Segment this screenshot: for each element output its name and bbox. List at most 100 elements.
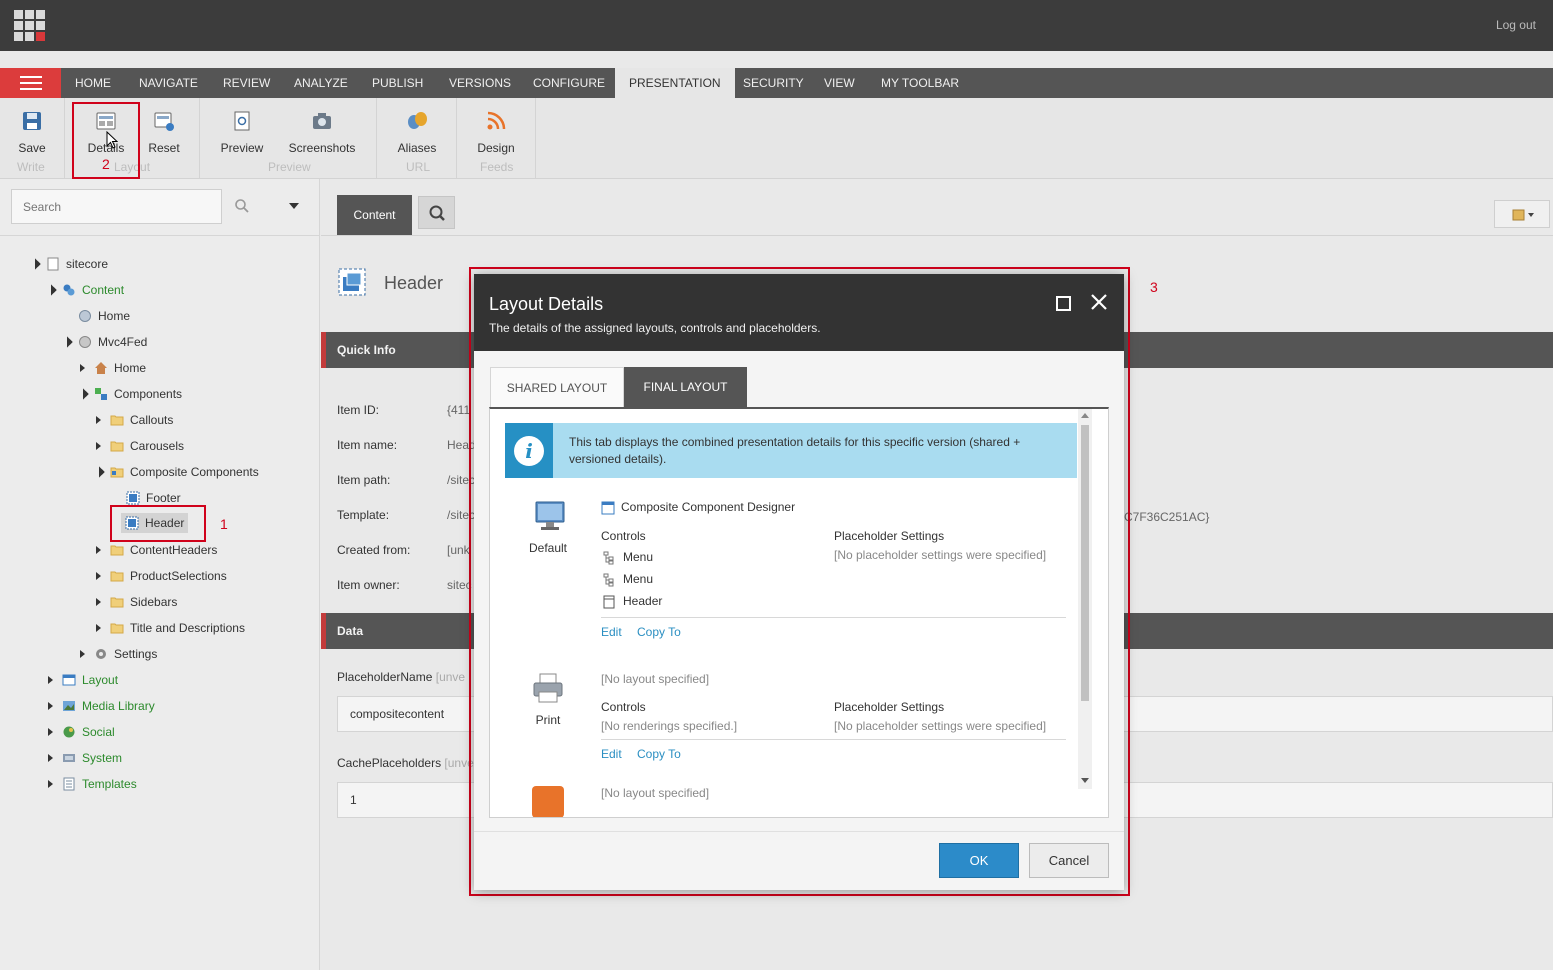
collapse-arrow-icon[interactable] xyxy=(78,389,88,399)
expand-arrow-icon[interactable] xyxy=(94,597,104,607)
expand-arrow-icon[interactable] xyxy=(46,753,56,763)
tree-node-carousels[interactable]: Carousels xyxy=(94,436,184,456)
close-icon[interactable] xyxy=(1089,292,1109,312)
dialog-title: Layout Details xyxy=(489,294,604,314)
expand-arrow-icon[interactable] xyxy=(46,727,56,737)
copy-to-link[interactable]: Copy To xyxy=(637,747,681,761)
maximize-icon[interactable] xyxy=(1056,296,1071,311)
folder-icon xyxy=(110,441,124,452)
document-icon xyxy=(47,257,59,271)
dialog-header: Layout Details The details of the assign… xyxy=(474,274,1124,351)
tab-presentation[interactable]: PRESENTATION xyxy=(615,68,735,98)
system-icon xyxy=(63,754,75,762)
edit-link[interactable]: Edit xyxy=(601,625,622,639)
tab-versions[interactable]: VERSIONS xyxy=(435,68,525,98)
tab-review[interactable]: REVIEW xyxy=(209,68,284,98)
expand-arrow-icon[interactable] xyxy=(94,571,104,581)
tab-shared-layout[interactable]: SHARED LAYOUT xyxy=(490,367,624,408)
expand-arrow-icon[interactable] xyxy=(94,623,104,633)
tree-node-productselections[interactable]: ProductSelections xyxy=(94,566,227,586)
collapse-arrow-icon[interactable] xyxy=(62,337,72,347)
tab-analyze[interactable]: ANALYZE xyxy=(280,68,362,98)
tab-final-layout[interactable]: FINAL LAYOUT xyxy=(624,367,747,408)
tree-node-templates[interactable]: Templates xyxy=(46,774,137,794)
reset-button[interactable]: Reset xyxy=(146,110,182,155)
search-input[interactable] xyxy=(11,189,222,224)
scrollbar[interactable] xyxy=(1078,409,1092,789)
tab-my-toolbar[interactable]: MY TOOLBAR xyxy=(867,68,973,98)
save-button[interactable]: Save xyxy=(16,110,48,155)
placeholder-settings-label: Placeholder Settings xyxy=(834,529,945,543)
tree-node-social[interactable]: Social xyxy=(46,722,115,742)
tree-node-content[interactable]: Content xyxy=(46,280,124,300)
expand-arrow-icon[interactable] xyxy=(46,779,56,789)
tree-label: Media Library xyxy=(82,699,155,713)
control-item[interactable]: Menu xyxy=(623,572,653,586)
aliases-button[interactable]: Aliases xyxy=(396,110,438,155)
expand-arrow-icon[interactable] xyxy=(78,363,88,373)
control-item[interactable]: Header xyxy=(623,594,662,608)
tree-label: Layout xyxy=(82,673,119,687)
edit-link[interactable]: Edit xyxy=(601,747,622,761)
template-label: Template: xyxy=(337,508,390,522)
device-print-label: Print xyxy=(535,713,561,727)
templates-icon xyxy=(63,777,75,791)
tree-node-sidebars[interactable]: Sidebars xyxy=(94,592,177,612)
tree-node-callouts[interactable]: Callouts xyxy=(94,410,173,430)
tree-node-sitecore[interactable]: sitecore xyxy=(30,254,108,274)
tab-configure[interactable]: CONFIGURE xyxy=(519,68,619,98)
tree-label: Title and Descriptions xyxy=(130,621,245,635)
search-icon[interactable] xyxy=(234,198,250,214)
tab-content[interactable]: Content xyxy=(337,195,412,236)
expand-arrow-icon[interactable] xyxy=(46,701,56,711)
tree-node-title-and-descriptions[interactable]: Title and Descriptions xyxy=(94,618,245,638)
design-button[interactable]: Design xyxy=(476,110,516,155)
tree-node-components[interactable]: Components xyxy=(78,384,182,404)
tree-node-settings[interactable]: Settings xyxy=(78,644,157,664)
printer-icon xyxy=(533,673,563,703)
ok-button[interactable]: OK xyxy=(939,843,1019,878)
tab-home[interactable]: HOME xyxy=(61,68,125,98)
collapse-arrow-icon[interactable] xyxy=(30,259,40,269)
tab-view[interactable]: VIEW xyxy=(810,68,869,98)
tab-publish[interactable]: PUBLISH xyxy=(358,68,437,98)
tree-node-composite-components[interactable]: Composite Components xyxy=(94,462,259,482)
tree-node-mvc4fed[interactable]: Mvc4Fed xyxy=(62,332,147,352)
preview-button[interactable]: Preview xyxy=(219,110,265,155)
item-id-value: {411 xyxy=(447,403,471,417)
chevron-down-icon[interactable] xyxy=(289,203,299,209)
tree-node-media-library[interactable]: Media Library xyxy=(46,696,155,716)
expand-arrow-icon[interactable] xyxy=(46,675,56,685)
placeholder-settings-label: Placeholder Settings xyxy=(834,700,945,714)
tree-node-layout[interactable]: Layout xyxy=(46,670,118,690)
expand-arrow-icon[interactable] xyxy=(78,649,88,659)
dialog-subtitle: The details of the assigned layouts, con… xyxy=(489,321,821,335)
scroll-down-icon[interactable] xyxy=(1081,778,1089,783)
expand-arrow-icon[interactable] xyxy=(94,415,104,425)
collapse-arrow-icon[interactable] xyxy=(46,285,56,295)
content-search-button[interactable] xyxy=(418,196,455,229)
collapse-arrow-icon[interactable] xyxy=(94,467,104,477)
tree-label: Mvc4Fed xyxy=(98,335,148,349)
tree-node-home[interactable]: Home xyxy=(78,306,130,326)
scroll-up-icon[interactable] xyxy=(1081,413,1089,418)
app-launcher-icon[interactable] xyxy=(14,10,46,42)
tab-navigate[interactable]: NAVIGATE xyxy=(125,68,212,98)
assigned-layout-name: Composite Component Designer xyxy=(621,500,796,514)
copy-to-link[interactable]: Copy To xyxy=(637,625,681,639)
editor-options-button[interactable] xyxy=(1494,200,1550,228)
tree-node-contentheaders[interactable]: ContentHeaders xyxy=(94,540,217,560)
scroll-thumb[interactable] xyxy=(1081,425,1089,701)
control-item[interactable]: Menu xyxy=(623,550,653,564)
preview-label: Preview xyxy=(220,141,264,155)
tree-node-system[interactable]: System xyxy=(46,748,122,768)
expand-arrow-icon[interactable] xyxy=(94,545,104,555)
expand-arrow-icon[interactable] xyxy=(94,441,104,451)
info-text: This tab displays the combined presentat… xyxy=(569,435,1021,466)
tree-node-mvc4fed-home[interactable]: Home xyxy=(78,358,146,378)
cancel-button[interactable]: Cancel xyxy=(1029,843,1109,878)
tab-security[interactable]: SECURITY xyxy=(729,68,818,98)
screenshots-button[interactable]: Screenshots xyxy=(287,110,357,155)
hamburger-menu-icon[interactable] xyxy=(0,68,61,98)
logout-link[interactable]: Log out xyxy=(1496,18,1536,32)
